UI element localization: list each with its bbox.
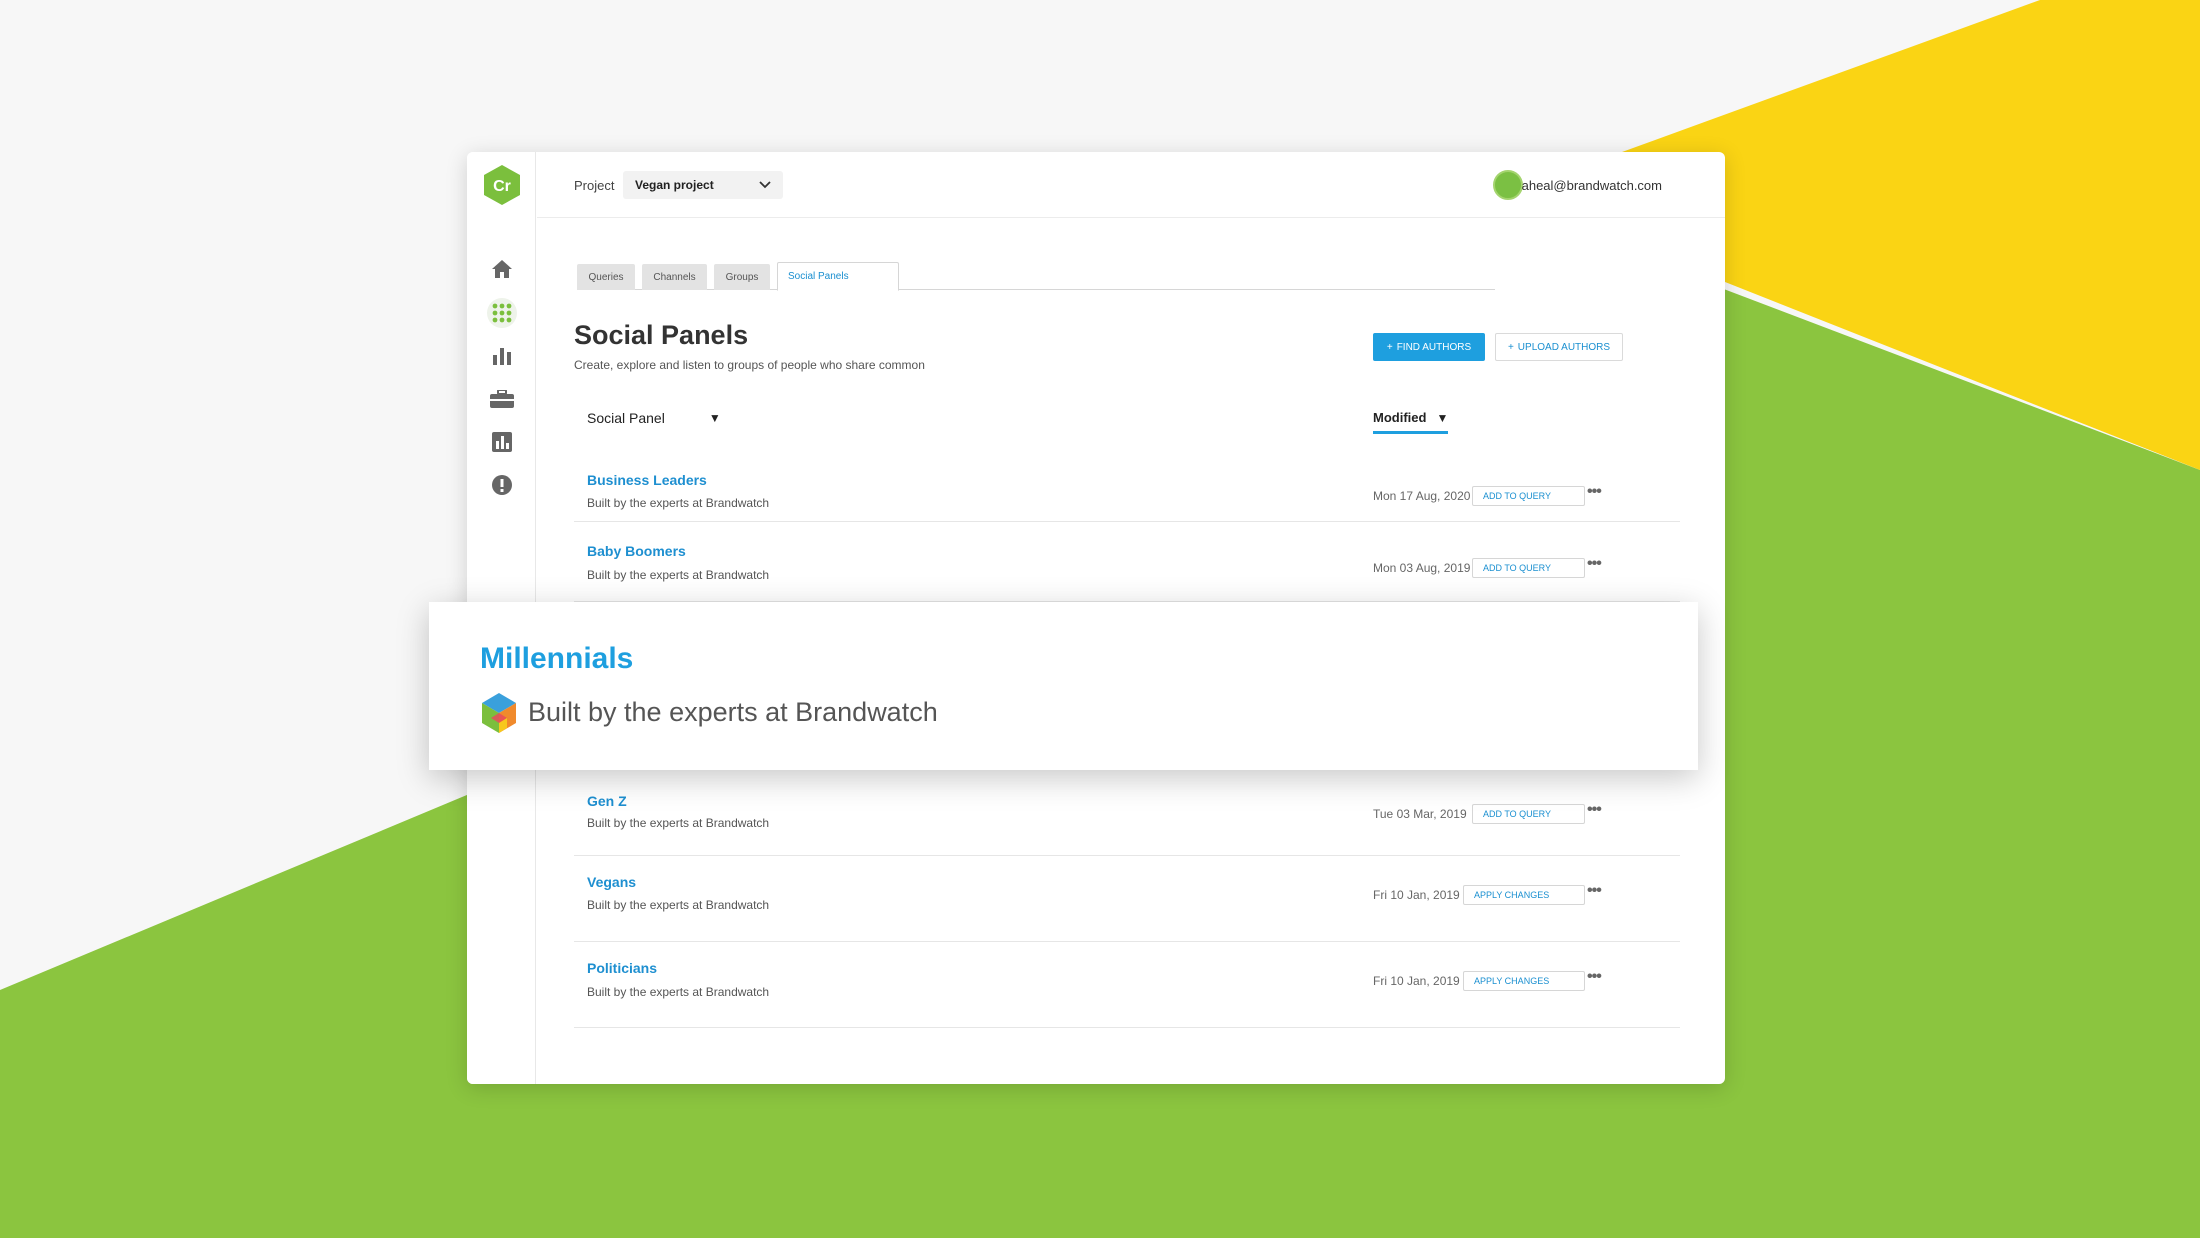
panel-modified-date: Tue 03 Mar, 2019 <box>1373 807 1467 821</box>
alert-icon[interactable] <box>487 470 517 500</box>
more-options-icon[interactable]: ••• <box>1587 882 1602 900</box>
table-row[interactable]: Baby Boomers Built by the experts at Bra… <box>574 523 1680 602</box>
panel-modified-date: Fri 10 Jan, 2019 <box>1373 888 1460 902</box>
panel-name-link[interactable]: Gen Z <box>587 793 627 809</box>
more-options-icon[interactable]: ••• <box>1587 483 1602 501</box>
avatar[interactable] <box>1493 170 1523 200</box>
caret-down-icon: ▼ <box>1436 410 1449 425</box>
find-authors-button[interactable]: + FIND AUTHORS <box>1373 333 1485 361</box>
app-logo-text: Cr <box>493 178 511 195</box>
plus-icon: + <box>1386 341 1393 353</box>
more-options-icon[interactable]: ••• <box>1587 801 1602 819</box>
panel-name-link[interactable]: Vegans <box>587 874 636 890</box>
briefcase-icon[interactable] <box>487 384 517 414</box>
more-options-icon[interactable]: ••• <box>1587 555 1602 573</box>
page-title: Social Panels <box>574 320 749 350</box>
highlighted-panel-description: Built by the experts at Brandwatch <box>528 697 938 727</box>
chevron-down-icon <box>759 178 771 192</box>
table-row[interactable]: Vegans Built by the experts at Brandwatc… <box>574 857 1680 942</box>
social-panel-filter-label: Social Panel <box>587 410 665 426</box>
user-email[interactable]: aheal@brandwatch.com <box>1522 178 1662 193</box>
panel-name-link[interactable]: Politicians <box>587 960 657 976</box>
modified-sort[interactable]: Modified ▼ <box>1373 410 1449 434</box>
page-subtitle: Create, explore and listen to groups of … <box>574 358 925 372</box>
apply-changes-button[interactable]: APPLY CHANGES <box>1463 971 1585 991</box>
home-icon[interactable] <box>487 254 517 284</box>
panel-description: Built by the experts at Brandwatch <box>587 898 770 912</box>
apply-changes-button[interactable]: APPLY CHANGES <box>1463 885 1585 905</box>
app-logo[interactable]: Cr <box>483 164 521 206</box>
table-row[interactable]: Gen Z Built by the experts at Brandwatch… <box>574 775 1680 856</box>
plus-icon: + <box>1507 341 1514 353</box>
project-select-value: Vegan project <box>635 178 714 192</box>
panel-description: Built by the experts at Brandwatch <box>587 496 770 510</box>
top-bar: Project Vegan project aheal@brandwatch.c… <box>537 152 1725 218</box>
tab-queries[interactable]: Queries <box>577 264 635 290</box>
panel-name-link[interactable]: Baby Boomers <box>587 543 686 559</box>
tab-channels[interactable]: Channels <box>642 264 707 290</box>
project-label: Project <box>574 178 615 193</box>
tab-bar: Queries Channels Groups Social Panels <box>577 262 1495 291</box>
project-select[interactable]: Vegan project <box>623 171 783 199</box>
upload-authors-button[interactable]: + UPLOAD AUTHORS <box>1495 333 1623 361</box>
more-options-icon[interactable]: ••• <box>1587 968 1602 986</box>
report-chart-icon[interactable] <box>487 427 517 457</box>
modified-sort-label: Modified <box>1373 410 1427 425</box>
add-to-query-button[interactable]: ADD TO QUERY <box>1472 804 1585 824</box>
table-row[interactable]: Business Leaders Built by the experts at… <box>574 453 1680 522</box>
brandwatch-hex-icon <box>481 693 517 733</box>
upload-authors-label: UPLOAD AUTHORS <box>1517 341 1611 353</box>
panel-modified-date: Mon 17 Aug, 2020 <box>1373 489 1471 503</box>
table-row[interactable]: Politicians Built by the experts at Bran… <box>574 943 1680 1028</box>
apps-grid-icon[interactable] <box>487 298 517 328</box>
add-to-query-button[interactable]: ADD TO QUERY <box>1472 558 1585 578</box>
find-authors-label: FIND AUTHORS <box>1396 341 1472 353</box>
panel-modified-date: Fri 10 Jan, 2019 <box>1373 974 1460 988</box>
tab-social-panels[interactable]: Social Panels <box>777 262 899 291</box>
social-panel-filter[interactable]: Social Panel ▼ <box>587 410 721 426</box>
caret-down-icon: ▼ <box>708 411 721 425</box>
highlighted-panel-name[interactable]: Millennials <box>480 642 633 676</box>
panel-modified-date: Mon 03 Aug, 2019 <box>1373 561 1471 575</box>
tab-groups[interactable]: Groups <box>714 264 770 290</box>
bar-chart-icon[interactable] <box>487 341 517 371</box>
add-to-query-button[interactable]: ADD TO QUERY <box>1472 486 1585 506</box>
highlighted-panel-card[interactable]: Millennials Built by the experts at Bran… <box>429 602 1698 770</box>
panel-description: Built by the experts at Brandwatch <box>587 816 770 830</box>
panel-description: Built by the experts at Brandwatch <box>587 568 770 582</box>
panel-name-link[interactable]: Business Leaders <box>587 472 707 488</box>
panel-description: Built by the experts at Brandwatch <box>587 985 770 999</box>
